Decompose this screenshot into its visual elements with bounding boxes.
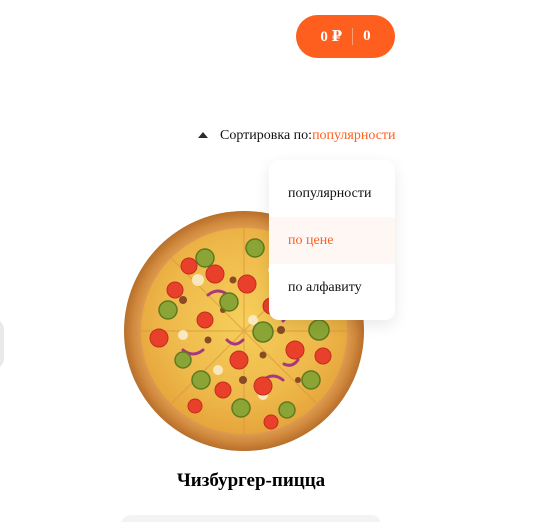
sort-options-list: популярности по цене по алфавиту <box>269 160 395 320</box>
sort-label: Сортировка по: <box>220 128 313 143</box>
sort-control: Сортировка по: популярности <box>198 128 396 144</box>
cart-count: 0 <box>363 28 371 44</box>
sort-option-price[interactable]: по цене <box>269 217 395 264</box>
pizza-title: Чизбургер-пицца <box>176 470 326 491</box>
sort-option-alphabet[interactable]: по алфавиту <box>269 264 395 311</box>
page: 0 ₽ 0 Сортировка по: популярности популя… <box>0 0 542 522</box>
sort-selected-value[interactable]: популярности <box>312 128 395 144</box>
sort-popup: популярности по цене по алфавиту <box>269 160 395 320</box>
sort-option-popularity[interactable]: популярности <box>269 170 395 217</box>
cart-price: 0 ₽ <box>320 29 343 45</box>
cart-button[interactable]: 0 ₽ 0 <box>296 15 395 58</box>
pizza-options-selector[interactable] <box>121 515 381 522</box>
carousel-edge <box>0 318 4 370</box>
caret-up-icon[interactable] <box>198 132 208 138</box>
